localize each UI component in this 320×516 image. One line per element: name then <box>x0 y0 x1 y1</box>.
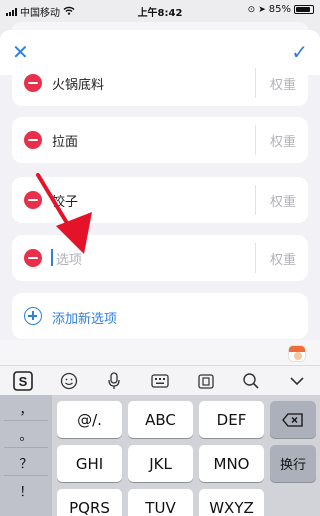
punct-key[interactable]: ！ <box>0 481 52 500</box>
weight-field[interactable]: 权重 <box>270 74 296 93</box>
keyboard-icon[interactable] <box>148 369 172 393</box>
key-def[interactable]: DEF <box>199 401 264 438</box>
divider <box>255 68 256 98</box>
orientation-lock-icon: ⊙ <box>247 4 256 15</box>
svg-text:S: S <box>19 374 28 389</box>
checkmark-icon[interactable]: ✓ <box>291 42 308 62</box>
weight-field[interactable]: 权重 <box>270 131 296 150</box>
separator <box>4 475 48 476</box>
close-icon[interactable]: ✕ <box>12 42 29 62</box>
key-tuv[interactable]: TUV <box>128 489 193 516</box>
remove-icon[interactable] <box>24 74 42 92</box>
key-abc1[interactable]: @/. <box>57 401 122 438</box>
battery-percent: 85% <box>268 4 291 15</box>
option-input[interactable]: 选项 <box>56 249 82 268</box>
options-modal: ✕ ✓ 火锅底料 权重 拉面 权重 饺子 权重 选项 权重 添加新选项 <box>0 30 320 365</box>
add-icon <box>24 307 42 325</box>
punct-key[interactable]: 。 <box>0 425 52 444</box>
add-option-label: 添加新选项 <box>52 312 118 327</box>
separator <box>4 447 48 448</box>
option-label[interactable]: 拉面 <box>52 131 78 150</box>
key-pqrs[interactable]: PQRS <box>57 489 122 516</box>
collapse-icon[interactable] <box>285 369 309 393</box>
search-icon[interactable] <box>239 369 263 393</box>
keyboard-accessory <box>0 340 320 365</box>
sogou-logo-icon[interactable]: S <box>11 369 35 393</box>
weight-field[interactable]: 权重 <box>270 191 296 210</box>
key-jkl[interactable]: JKL <box>128 445 193 482</box>
microphone-icon[interactable] <box>102 369 126 393</box>
key-ghi[interactable]: GHI <box>57 445 122 482</box>
battery-icon <box>294 5 314 14</box>
remove-icon[interactable] <box>24 131 42 149</box>
remove-icon[interactable] <box>24 191 42 209</box>
separator <box>4 420 48 421</box>
location-icon: ➤ <box>258 4 266 15</box>
status-bar: 中国移动 上午8:42 ⊙ ➤ 85% <box>0 0 320 22</box>
key-wxyz[interactable]: WXYZ <box>199 489 264 516</box>
option-label[interactable]: 火锅底料 <box>52 74 104 93</box>
option-row: 火锅底料 权重 <box>12 60 308 106</box>
clipboard-icon[interactable] <box>194 369 218 393</box>
status-right: ⊙ ➤ 85% <box>248 4 314 15</box>
option-row: 拉面 权重 <box>12 117 308 163</box>
return-key[interactable]: 换行 <box>270 445 316 482</box>
remove-icon[interactable] <box>24 249 42 267</box>
divider <box>255 185 256 215</box>
punct-key[interactable]: ？ <box>0 453 52 472</box>
option-label[interactable]: 饺子 <box>52 191 78 210</box>
key-mno[interactable]: MNO <box>199 445 264 482</box>
option-row: 饺子 权重 <box>12 177 308 223</box>
skin-avatar-icon[interactable] <box>288 345 306 362</box>
key-abc2[interactable]: ABC <box>128 401 193 438</box>
keyboard: ， 。 ？ ！ @/. ABC DEF GHI JKL MNO 换行 PQRS … <box>0 395 320 516</box>
backspace-icon[interactable] <box>270 401 316 438</box>
option-row-new: 选项 权重 <box>12 235 308 281</box>
keyboard-toolbar: S <box>0 365 320 395</box>
punctuation-column: ， 。 ？ ！ <box>0 395 52 516</box>
divider <box>255 243 256 273</box>
text-cursor <box>51 249 53 266</box>
add-option-button[interactable]: 添加新选项 <box>12 293 308 339</box>
punct-key[interactable]: ， <box>0 399 52 418</box>
divider <box>255 125 256 155</box>
emoji-icon[interactable] <box>57 369 81 393</box>
weight-field[interactable]: 权重 <box>270 249 296 268</box>
